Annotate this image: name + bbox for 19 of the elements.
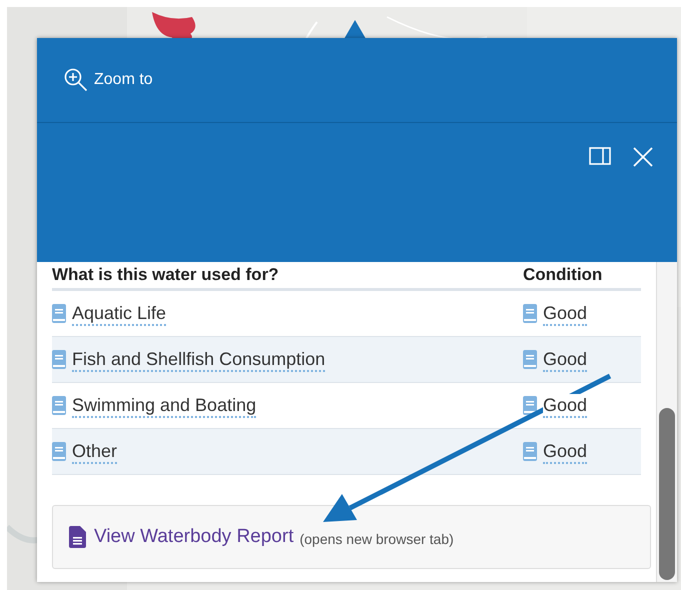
column-header: Condition <box>523 265 604 285</box>
zoom-in-icon <box>64 68 88 92</box>
book-icon <box>523 350 537 369</box>
book-icon <box>52 442 66 461</box>
close-icon[interactable] <box>633 147 653 167</box>
book-icon <box>52 396 66 415</box>
table-cell[interactable]: Good <box>543 394 588 418</box>
book-icon <box>523 442 537 461</box>
zoom-to-button[interactable]: Zoom to <box>64 68 153 92</box>
book-icon <box>52 304 66 323</box>
document-icon <box>69 526 86 548</box>
link-note: (opens new browser tab) <box>300 530 454 546</box>
column-header: What is this water used for? <box>52 265 280 285</box>
dock-icon[interactable] <box>589 147 611 165</box>
scrollbar[interactable] <box>656 262 677 582</box>
book-icon <box>523 396 537 415</box>
report-link[interactable]: View Waterbody Report <box>69 526 294 548</box>
book-icon <box>52 350 66 369</box>
book-icon <box>523 304 537 323</box>
